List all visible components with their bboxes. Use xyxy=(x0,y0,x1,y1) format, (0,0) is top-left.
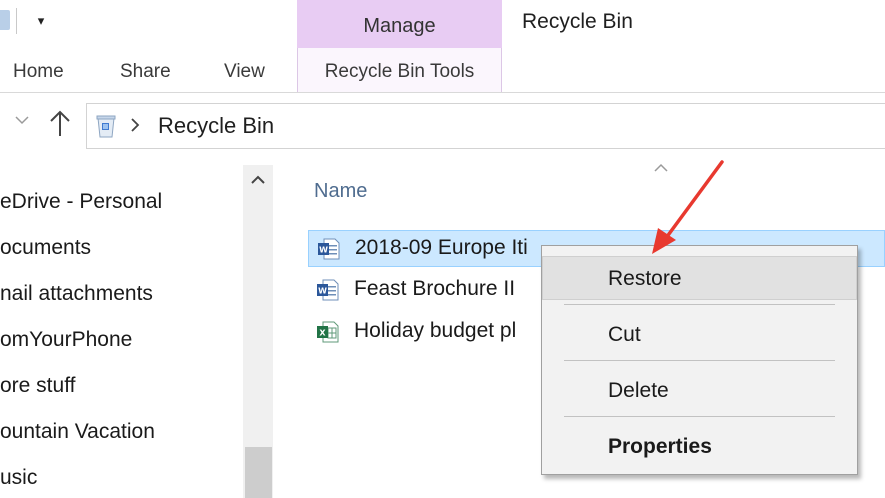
word-document-icon: W xyxy=(316,278,340,302)
svg-text:W: W xyxy=(318,287,327,296)
tab-home[interactable]: Home xyxy=(13,61,64,83)
ribbon-divider xyxy=(0,92,885,93)
nav-item-mountain-vacation[interactable]: ountain Vacation xyxy=(0,420,155,444)
file-name: Holiday budget pl xyxy=(354,319,517,342)
nav-item-onedrive-personal[interactable]: eDrive - Personal xyxy=(0,190,162,214)
nav-item-documents[interactable]: ocuments xyxy=(0,236,91,260)
menu-item-label: Restore xyxy=(608,267,682,290)
manage-group-label: Manage xyxy=(297,0,502,48)
menu-item-restore[interactable]: Restore xyxy=(542,256,857,300)
breadcrumb-chevron-icon[interactable] xyxy=(128,111,142,139)
navigation-pane: eDrive - Personal ocuments nail attachme… xyxy=(0,165,243,498)
svg-text:W: W xyxy=(319,246,328,255)
menu-separator xyxy=(564,416,835,417)
tab-recycle-bin-tools[interactable]: Recycle Bin Tools xyxy=(297,48,502,93)
excel-spreadsheet-icon: X xyxy=(316,320,340,344)
svg-text:X: X xyxy=(319,329,326,338)
menu-item-label: Cut xyxy=(608,323,641,346)
file-name: 2018-09 Europe Iti xyxy=(355,236,528,259)
nav-item-email-attachments[interactable]: nail attachments xyxy=(0,282,153,306)
menu-item-label: Delete xyxy=(608,379,669,402)
window-title: Recycle Bin xyxy=(522,10,633,33)
recycle-bin-icon xyxy=(94,113,118,139)
menu-item-cut[interactable]: Cut xyxy=(542,312,857,356)
word-document-icon: W xyxy=(317,237,341,261)
menu-separator xyxy=(564,360,835,361)
menu-item-label: Properties xyxy=(608,435,712,458)
scroll-up-chevron-icon[interactable] xyxy=(249,170,267,190)
up-arrow-icon[interactable] xyxy=(48,108,72,138)
nav-item-more-stuff[interactable]: ore stuff xyxy=(0,374,76,398)
folder-icon xyxy=(0,10,10,30)
nav-pane-scroll-thumb[interactable] xyxy=(245,447,272,498)
recent-locations-chevron-icon[interactable] xyxy=(15,112,29,129)
breadcrumb-recycle-bin[interactable]: Recycle Bin xyxy=(158,113,274,139)
file-name: Feast Brochure II xyxy=(354,277,516,300)
quick-access-dropdown-icon[interactable]: ▾ xyxy=(30,10,52,32)
menu-item-delete[interactable]: Delete xyxy=(542,368,857,412)
menu-separator xyxy=(564,304,835,305)
column-header-name[interactable]: Name xyxy=(314,180,367,203)
nav-item-from-your-phone[interactable]: omYourPhone xyxy=(0,328,132,352)
menu-item-properties[interactable]: Properties xyxy=(542,424,857,468)
annotation-arrow-icon xyxy=(640,150,740,260)
tab-share[interactable]: Share xyxy=(120,61,171,83)
nav-item-music[interactable]: usic xyxy=(0,466,37,490)
tab-view[interactable]: View xyxy=(224,61,265,83)
toolbar-divider xyxy=(16,8,17,34)
context-menu: Restore Cut Delete Properties xyxy=(541,245,858,475)
